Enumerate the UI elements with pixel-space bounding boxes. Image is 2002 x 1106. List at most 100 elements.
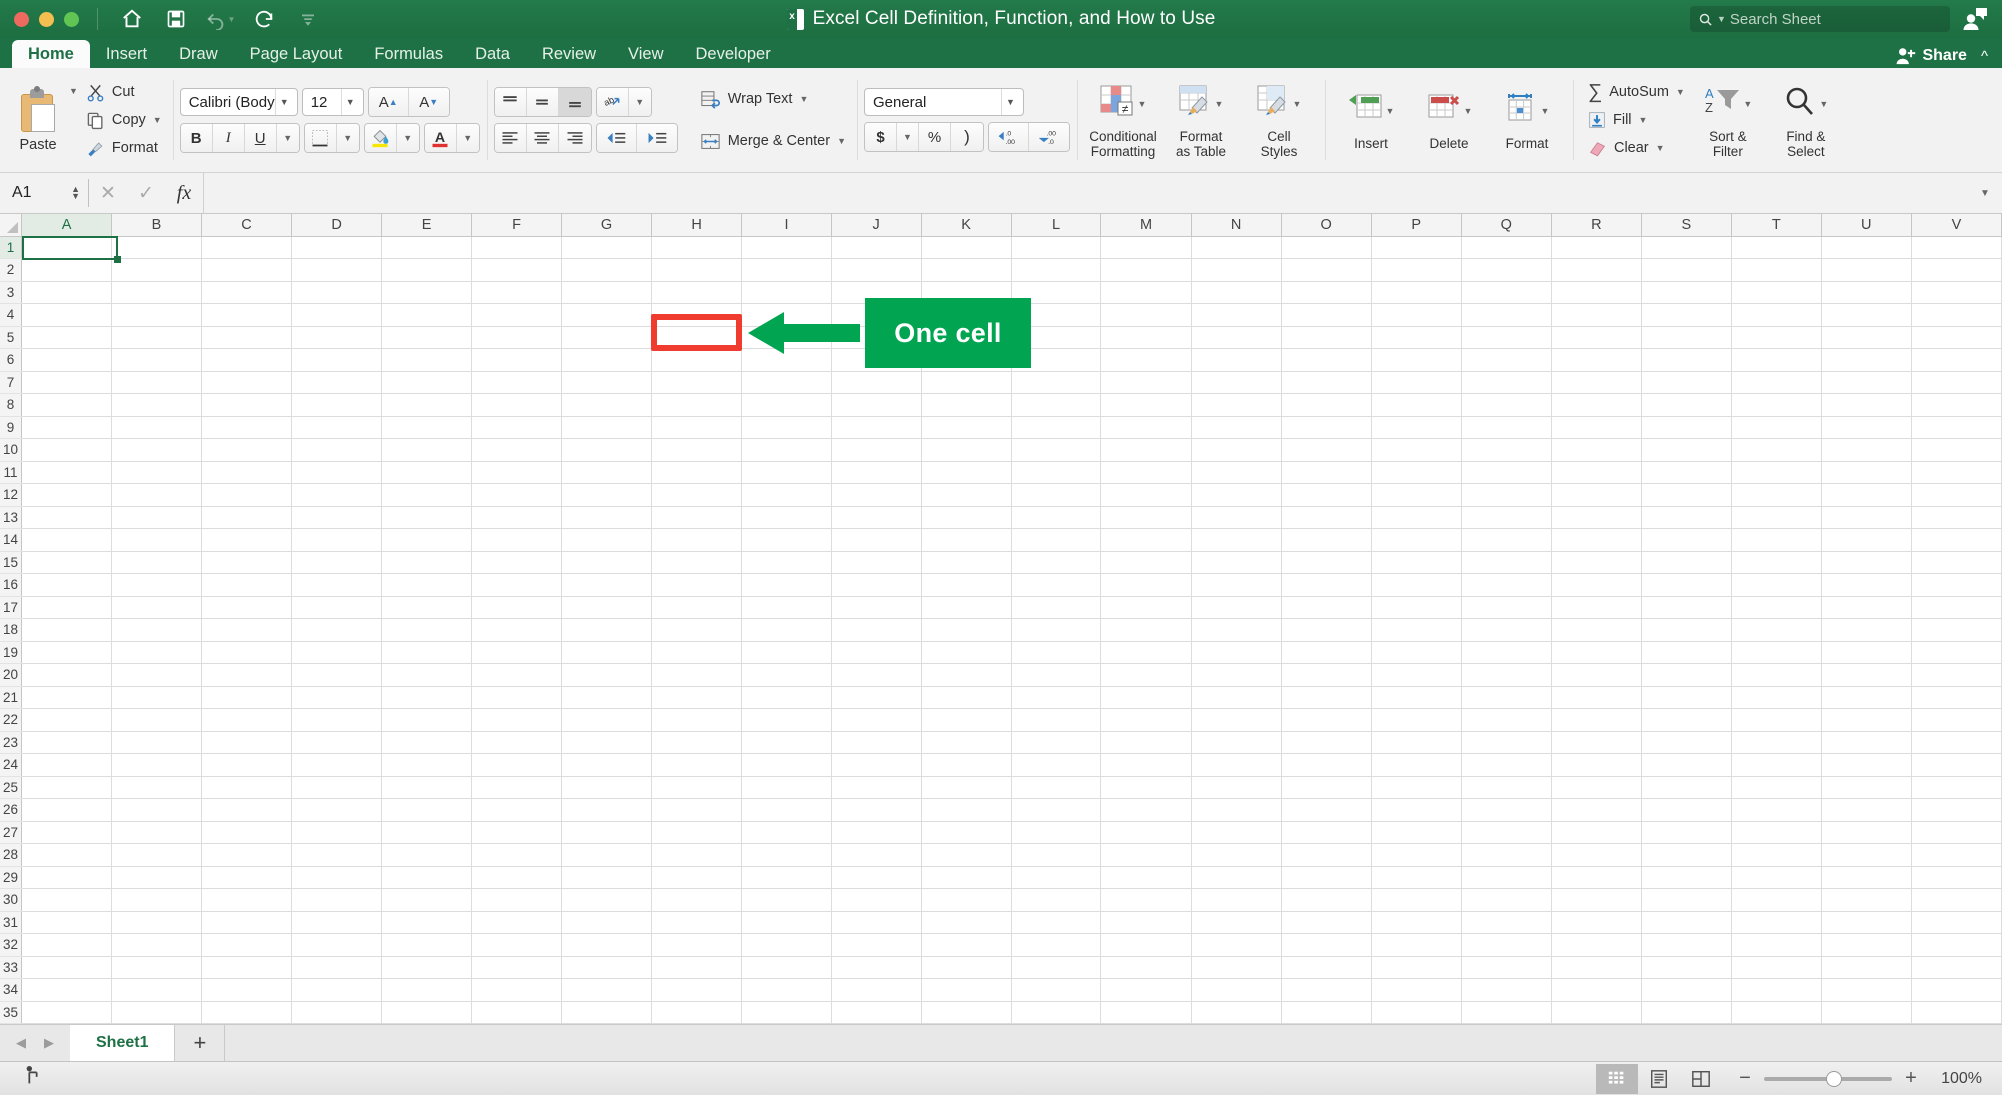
- cell-D5[interactable]: [291, 326, 383, 349]
- cell-P36[interactable]: [1371, 1023, 1462, 1024]
- cell-A6[interactable]: [21, 348, 113, 372]
- cell-V7[interactable]: [1911, 371, 2002, 394]
- decrease-font-size-button[interactable]: A ▼: [408, 88, 449, 116]
- cell-T31[interactable]: [1731, 911, 1822, 934]
- cell-F6[interactable]: [471, 348, 563, 372]
- cell-E9[interactable]: [381, 416, 473, 439]
- cell-H11[interactable]: [651, 461, 743, 484]
- row-header-26[interactable]: 26: [0, 798, 23, 822]
- cell-G12[interactable]: [561, 483, 653, 507]
- cell-A11[interactable]: [21, 461, 113, 484]
- cell-J8[interactable]: [831, 393, 922, 417]
- cell-K30[interactable]: [921, 888, 1012, 912]
- cell-K10[interactable]: [921, 438, 1012, 462]
- cell-G35[interactable]: [561, 1001, 653, 1024]
- cell-P15[interactable]: [1371, 551, 1462, 574]
- cell-U18[interactable]: [1821, 618, 1912, 642]
- column-header-e[interactable]: E: [381, 214, 473, 237]
- cell-R13[interactable]: [1551, 506, 1642, 529]
- cell-A8[interactable]: [21, 393, 113, 417]
- fill-dropdown-icon[interactable]: ▼: [1639, 115, 1648, 125]
- cell-V21[interactable]: [1911, 686, 2002, 709]
- cell-E25[interactable]: [381, 776, 473, 799]
- cell-S23[interactable]: [1641, 731, 1732, 754]
- cell-A30[interactable]: [21, 888, 113, 912]
- cell-S13[interactable]: [1641, 506, 1732, 529]
- cell-M28[interactable]: [1100, 843, 1192, 867]
- column-header-q[interactable]: Q: [1461, 214, 1552, 237]
- cell-J31[interactable]: [831, 911, 922, 934]
- cell-P22[interactable]: [1371, 708, 1462, 732]
- cell-N30[interactable]: [1191, 888, 1282, 912]
- cell-B35[interactable]: [111, 1001, 202, 1024]
- chevron-down-icon[interactable]: ▼: [1000, 89, 1019, 115]
- cell-A21[interactable]: [21, 686, 113, 709]
- cell-F3[interactable]: [471, 281, 563, 304]
- fill-color-button[interactable]: [364, 124, 397, 152]
- cell-N5[interactable]: [1191, 326, 1282, 349]
- font-size-input[interactable]: 12 ▼: [301, 88, 364, 116]
- cell-T6[interactable]: [1731, 348, 1822, 372]
- cell-F23[interactable]: [471, 731, 563, 754]
- cell-K21[interactable]: [921, 686, 1012, 709]
- clear-dropdown-icon[interactable]: ▼: [1656, 143, 1665, 153]
- cell-D20[interactable]: [291, 663, 383, 687]
- row-header-18[interactable]: 18: [0, 618, 23, 642]
- cell-C24[interactable]: [201, 753, 293, 777]
- cell-E27[interactable]: [381, 821, 473, 844]
- cell-R31[interactable]: [1551, 911, 1642, 934]
- cell-H17[interactable]: [651, 596, 743, 619]
- cell-G21[interactable]: [561, 686, 653, 709]
- cell-F2[interactable]: [471, 258, 563, 282]
- cell-O11[interactable]: [1281, 461, 1372, 484]
- cell-M15[interactable]: [1100, 551, 1192, 574]
- cell-J23[interactable]: [831, 731, 922, 754]
- name-box-spinner[interactable]: ▲ ▼: [71, 185, 88, 201]
- cell-E4[interactable]: [381, 303, 473, 327]
- cell-S25[interactable]: [1641, 776, 1732, 799]
- cell-V17[interactable]: [1911, 596, 2002, 619]
- cell-Q20[interactable]: [1461, 663, 1552, 687]
- cell-R6[interactable]: [1551, 348, 1642, 372]
- cell-G15[interactable]: [561, 551, 653, 574]
- cell-T13[interactable]: [1731, 506, 1822, 529]
- cell-B19[interactable]: [111, 641, 202, 664]
- page-layout-view-button[interactable]: [1638, 1064, 1680, 1094]
- tab-page-layout[interactable]: Page Layout: [234, 40, 359, 68]
- cell-U28[interactable]: [1821, 843, 1912, 867]
- row-header-2[interactable]: 2: [0, 258, 23, 282]
- cell-G18[interactable]: [561, 618, 653, 642]
- cancel-formula-icon[interactable]: ✕: [89, 173, 127, 214]
- cell-G4[interactable]: [561, 303, 653, 327]
- column-header-j[interactable]: J: [831, 214, 922, 237]
- cell-N36[interactable]: [1191, 1023, 1282, 1024]
- cell-V32[interactable]: [1911, 933, 2002, 957]
- copy-dropdown-icon[interactable]: ▼: [153, 115, 162, 125]
- cell-G30[interactable]: [561, 888, 653, 912]
- cell-I14[interactable]: [741, 528, 832, 552]
- cell-A25[interactable]: [21, 776, 113, 799]
- cell-K13[interactable]: [921, 506, 1012, 529]
- cell-M30[interactable]: [1100, 888, 1192, 912]
- column-header-k[interactable]: K: [921, 214, 1012, 237]
- insert-function-icon[interactable]: fx: [165, 173, 203, 214]
- cell-O35[interactable]: [1281, 1001, 1372, 1024]
- cell-I2[interactable]: [741, 258, 832, 282]
- cell-I26[interactable]: [741, 798, 832, 822]
- cell-L35[interactable]: [1011, 1001, 1102, 1024]
- cell-L19[interactable]: [1011, 641, 1102, 664]
- cell-E12[interactable]: [381, 483, 473, 507]
- cell-I13[interactable]: [741, 506, 832, 529]
- cell-N10[interactable]: [1191, 438, 1282, 462]
- cell-O30[interactable]: [1281, 888, 1372, 912]
- cell-P11[interactable]: [1371, 461, 1462, 484]
- select-all-button[interactable]: [0, 214, 23, 237]
- cell-O12[interactable]: [1281, 483, 1372, 507]
- cell-G34[interactable]: [561, 978, 653, 1002]
- cell-M26[interactable]: [1100, 798, 1192, 822]
- cell-I23[interactable]: [741, 731, 832, 754]
- cell-G6[interactable]: [561, 348, 653, 372]
- cell-A22[interactable]: [21, 708, 113, 732]
- sort-filter-dropdown-icon[interactable]: ▼: [1743, 99, 1752, 109]
- cell-E26[interactable]: [381, 798, 473, 822]
